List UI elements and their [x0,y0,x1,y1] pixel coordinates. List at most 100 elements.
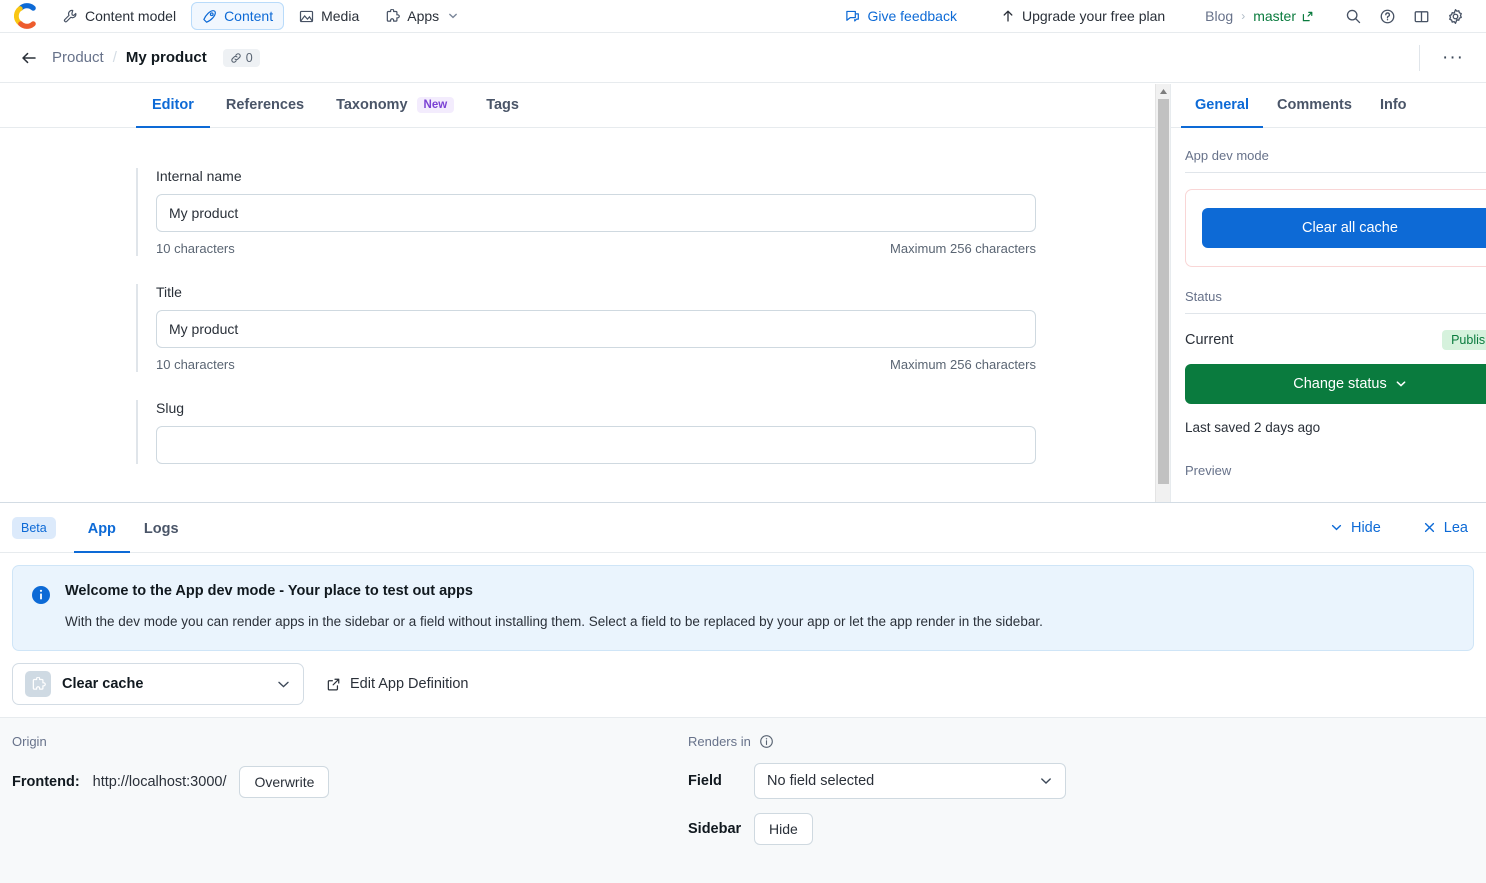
dev-panel-settings: Origin Frontend: http://localhost:3000/ … [0,718,1486,883]
tab-editor[interactable]: Editor [136,97,210,128]
notice-body: With the dev mode you can render apps in… [65,614,1043,629]
nav-item-content-model[interactable]: Content model [52,2,187,30]
beta-badge: Beta [12,516,56,539]
app-selection-bar: Clear cache Edit App Definition [0,651,1486,719]
sidebar-row-label: Sidebar [688,821,742,838]
tab-references[interactable]: References [210,97,320,128]
entry-links-badge[interactable]: 0 [222,48,260,67]
entry-editor-column: Editor References Taxonomy New Tags Inte… [0,84,1155,502]
wrench-icon [63,9,78,24]
field-label: Title [156,284,182,300]
scroll-up-arrow-icon[interactable] [1156,84,1170,99]
chevron-down-icon [1039,774,1053,788]
nav-item-media[interactable]: Media [288,2,370,30]
chevron-down-icon [1395,378,1407,390]
field-select-dropdown[interactable]: No field selected [754,763,1066,800]
chevron-down-icon [1330,521,1343,534]
info-icon[interactable] [759,734,774,749]
help-icon[interactable] [1370,1,1404,31]
settings-icon[interactable] [1438,1,1472,31]
environment-selector[interactable]: master [1253,8,1314,24]
entry-links-count: 0 [245,50,253,65]
sidebar-tabs: General Comments Info [1171,84,1486,128]
sidebar-tab-general[interactable]: General [1181,97,1263,128]
back-button[interactable] [14,43,44,73]
field-render-row: Field No field selected [688,763,1474,800]
nav-item-content[interactable]: Content [191,2,285,30]
dev-tab-app[interactable]: App [73,505,130,553]
nav-item-apps[interactable]: Apps [374,2,469,30]
feedback-icon [845,9,860,24]
status-row: Current Published [1185,330,1486,350]
clear-all-cache-button[interactable]: Clear all cache [1202,208,1486,248]
editor-tabs: Editor References Taxonomy New Tags [0,84,1155,128]
dev-tab-logs[interactable]: Logs [130,505,193,553]
puzzle-icon [385,8,401,24]
give-feedback-button[interactable]: Give feedback [845,8,957,24]
nav-label: Media [321,8,360,24]
space-name[interactable]: Blog [1205,8,1233,24]
entry-fields: Internal name 10 characters Maximum 256 … [0,128,1155,464]
char-count: 10 characters [156,357,235,372]
upgrade-plan-button[interactable]: Upgrade your free plan [1001,8,1165,24]
status-badge: Published [1442,330,1486,350]
contentful-logo[interactable] [14,3,40,29]
leave-dev-mode-button[interactable]: Lea [1423,520,1468,536]
app-select-label: Clear cache [62,676,144,693]
sidebar-hide-button[interactable]: Hide [754,813,813,846]
preview-section-title: Preview [1185,463,1232,478]
more-options-button[interactable]: ··· [1438,48,1468,67]
chevron-down-icon [448,11,458,21]
frontend-key-label: Frontend: [12,774,80,791]
max-chars: Maximum 256 characters [890,357,1036,372]
external-link-icon [326,677,341,692]
breadcrumb-separator: / [112,49,117,66]
info-icon [31,585,51,631]
title-input[interactable] [156,310,1036,348]
change-status-label: Change status [1293,376,1387,392]
sidebar-tab-comments[interactable]: Comments [1263,97,1366,128]
origin-section: Origin Frontend: http://localhost:3000/ … [12,734,688,883]
renders-in-header: Renders in [688,734,1474,749]
breadcrumb: Product / My product 0 [52,48,260,67]
overwrite-button[interactable]: Overwrite [239,766,330,799]
entry-header-actions: ··· [1419,44,1468,71]
sidebar-tab-info[interactable]: Info [1366,97,1421,128]
origin-section-label: Origin [12,734,47,750]
notice-content: Welcome to the App dev mode - Your place… [65,583,1043,631]
last-saved-text: Last saved 2 days ago [1185,420,1321,435]
field-row-label: Field [688,773,722,790]
environment-label: master [1253,8,1296,24]
internal-name-input[interactable] [156,194,1036,232]
top-navigation-bar: Content model Content Media Apps Give fe… [0,0,1486,33]
app-select-dropdown[interactable]: Clear cache [12,663,304,706]
field-title: Title 10 characters Maximum 256 characte… [136,284,1036,372]
edit-app-definition-link[interactable]: Edit App Definition [326,676,469,692]
upgrade-plan-label: Upgrade your free plan [1021,8,1166,24]
new-badge: New [416,97,455,113]
image-icon [299,9,314,24]
tab-tags[interactable]: Tags [470,97,535,128]
entry-header: Product / My product 0 ··· [0,33,1486,83]
renders-in-label: Renders in [688,734,751,750]
hide-panel-button[interactable]: Hide [1330,520,1381,536]
app-dev-mode-widget: Clear all cache [1185,189,1486,267]
nav-label: Apps [407,8,440,24]
sidebar-body: App dev mode Clear all cache Status Curr… [1171,128,1486,478]
app-dev-mode-panel: Beta App Logs Hide Lea Welcome to the Ap… [0,502,1486,883]
slug-input[interactable] [156,426,1036,464]
field-label: Internal name [156,168,242,184]
docs-icon[interactable] [1404,1,1438,31]
editor-scrollbar[interactable] [1155,84,1170,502]
tab-label: References [225,97,305,113]
field-meta: 10 characters Maximum 256 characters [156,357,1036,372]
origin-row: Frontend: http://localhost:3000/ Overwri… [12,766,688,799]
leave-dev-mode-label: Lea [1443,519,1468,536]
scrollbar-thumb[interactable] [1158,99,1169,484]
tab-taxonomy[interactable]: Taxonomy New [320,97,470,128]
change-status-button[interactable]: Change status [1185,364,1486,404]
search-icon[interactable] [1336,1,1370,31]
give-feedback-label: Give feedback [867,8,957,24]
frontend-url-value: http://localhost:3000/ [92,774,227,791]
breadcrumb-content-type[interactable]: Product [52,49,104,66]
